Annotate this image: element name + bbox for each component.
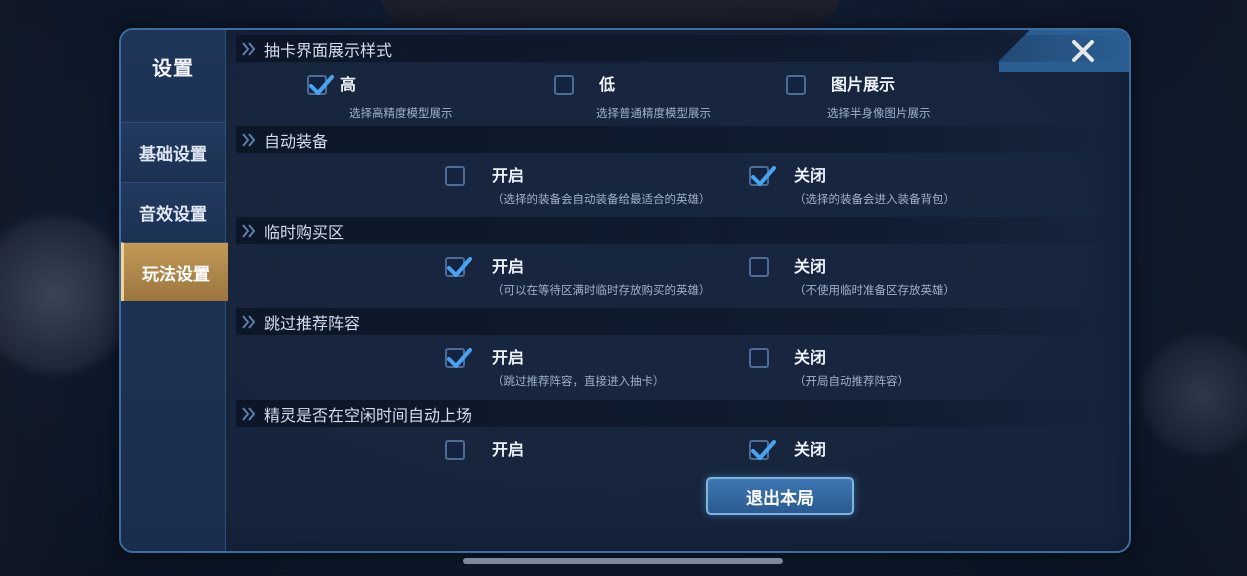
checkbox[interactable]: [445, 440, 465, 460]
option-desc: （选择的装备会自动装备给最适合的英雄）: [492, 192, 711, 206]
tab-gameplay-settings[interactable]: 玩法设置: [121, 242, 228, 301]
option-sprite-auto-on[interactable]: 开启: [445, 440, 524, 460]
option-skip-lineup-on[interactable]: 开启 （跳过推荐阵容，直接进入抽卡）: [445, 348, 665, 389]
option-desc: 选择半身像图片展示: [827, 106, 931, 120]
option-desc: 选择高精度模型展示: [349, 106, 453, 120]
tab-label: 基础设置: [139, 144, 207, 165]
section-title: 跳过推荐阵容: [264, 313, 361, 333]
option-label: 开启: [492, 348, 525, 367]
option-desc: （不使用临时准备区存放英雄）: [794, 283, 955, 297]
checkbox[interactable]: [786, 75, 806, 95]
double-chevron-icon: [240, 313, 258, 331]
section-title: 抽卡界面展示样式: [264, 40, 393, 60]
option-temp-area-on[interactable]: 开启 （可以在等待区满时临时存放购买的英雄）: [445, 257, 711, 298]
option-label: 高: [340, 75, 357, 94]
exit-match-button[interactable]: 退出本局: [706, 477, 854, 515]
checkmark-icon: [751, 166, 776, 186]
double-chevron-icon: [240, 222, 258, 240]
background-top-ornament: [380, 0, 840, 30]
section-title: 自动装备: [264, 131, 329, 151]
option-image-display[interactable]: 图片展示: [786, 75, 895, 95]
home-indicator[interactable]: [463, 558, 783, 564]
option-auto-equip-on[interactable]: 开启 （选择的装备会自动装备给最适合的英雄）: [445, 166, 711, 207]
checkmark-icon: [447, 257, 472, 277]
option-desc: （可以在等待区满时临时存放购买的英雄）: [492, 283, 711, 297]
checkbox[interactable]: [445, 166, 465, 186]
checkmark-icon: [751, 440, 776, 460]
section-header-auto-equip: 自动装备: [236, 126, 1129, 153]
option-label: 关闭: [794, 257, 827, 276]
option-label: 关闭: [794, 166, 827, 185]
option-desc: 选择普通精度模型展示: [596, 106, 711, 120]
option-desc: （开局自动推荐阵容）: [794, 374, 909, 388]
option-temp-area-off[interactable]: 关闭 （不使用临时准备区存放英雄）: [749, 257, 955, 298]
section-title: 精灵是否在空闲时间自动上场: [264, 405, 473, 425]
checkbox[interactable]: [749, 440, 776, 460]
option-label: 关闭: [794, 348, 827, 367]
tab-sound-settings[interactable]: 音效设置: [121, 182, 225, 241]
option-desc: （选择的装备会进入装备背包）: [794, 192, 955, 206]
option-sprite-auto-off[interactable]: 关闭: [749, 440, 826, 460]
section-header-card-display-style: 抽卡界面展示样式: [236, 35, 1129, 62]
option-label: 低: [599, 75, 616, 94]
tab-label: 音效设置: [139, 204, 207, 225]
option-low-quality[interactable]: 低: [554, 75, 615, 95]
checkmark-icon: [447, 348, 472, 368]
settings-title: 设置: [152, 56, 194, 80]
option-auto-equip-off[interactable]: 关闭 （选择的装备会进入装备背包）: [749, 166, 955, 207]
double-chevron-icon: [240, 405, 258, 423]
checkbox[interactable]: [307, 75, 334, 95]
background-right-shade: [1127, 0, 1247, 576]
option-label: 开启: [492, 166, 525, 185]
checkbox[interactable]: [749, 257, 769, 277]
option-high-quality[interactable]: 高: [307, 75, 356, 95]
settings-content: 抽卡界面展示样式 高 选择高精度模型展示 低 选择普通精度模型展示 图片展示 选…: [226, 30, 1129, 551]
checkbox[interactable]: [554, 75, 574, 95]
checkbox[interactable]: [749, 348, 769, 368]
section-title: 临时购买区: [264, 222, 345, 242]
option-label: 开启: [492, 440, 525, 459]
settings-panel: 设置 基础设置 音效设置 玩法设置 抽卡界面展示样式 高 选择高精度模型展示 低…: [119, 28, 1131, 553]
checkbox[interactable]: [445, 348, 472, 368]
tab-basic-settings[interactable]: 基础设置: [121, 122, 225, 181]
double-chevron-icon: [240, 131, 258, 149]
checkmark-icon: [309, 75, 334, 95]
option-label: 关闭: [794, 440, 827, 459]
section-header-skip-recommended-lineup: 跳过推荐阵容: [236, 308, 1129, 335]
double-chevron-icon: [240, 40, 258, 58]
section-header-temp-purchase-area: 临时购买区: [236, 217, 1129, 244]
option-label: 开启: [492, 257, 525, 276]
checkbox[interactable]: [749, 166, 776, 186]
settings-sidebar: 设置 基础设置 音效设置 玩法设置: [121, 30, 228, 551]
tab-label: 玩法设置: [142, 264, 210, 285]
checkbox[interactable]: [445, 257, 472, 277]
option-label: 图片展示: [831, 75, 896, 94]
option-desc: （跳过推荐阵容，直接进入抽卡）: [492, 374, 665, 388]
option-skip-lineup-off[interactable]: 关闭 （开局自动推荐阵容）: [749, 348, 909, 389]
section-header-sprite-auto-deploy: 精灵是否在空闲时间自动上场: [236, 400, 1129, 427]
